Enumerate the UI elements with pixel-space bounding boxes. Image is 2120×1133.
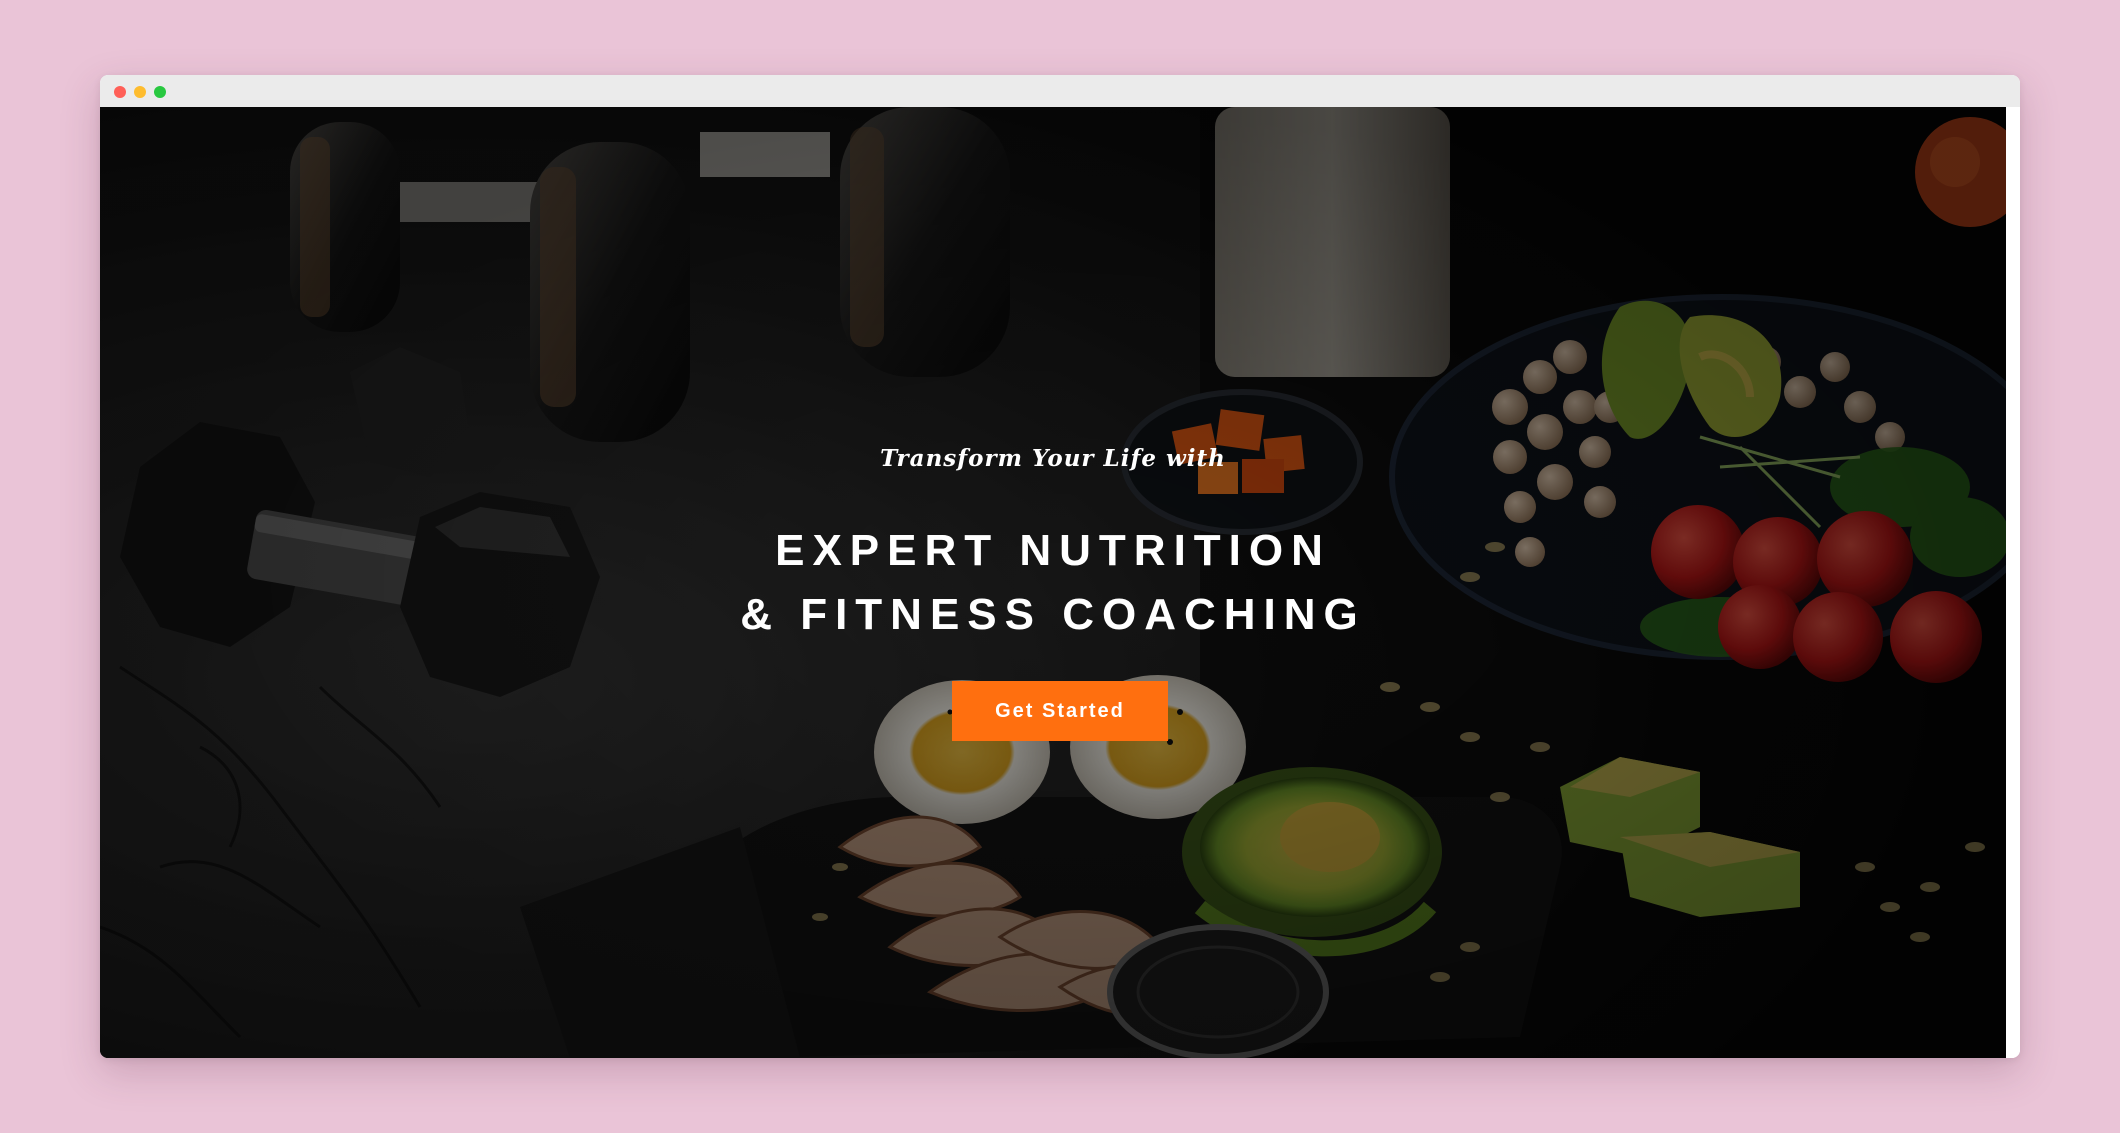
browser-window: Transform Your Life with EXPERT NUTRITIO… (100, 75, 2020, 1058)
window-title-bar (100, 75, 2020, 107)
minimize-window-icon[interactable] (134, 86, 146, 98)
hero-heading-line-2: & FITNESS COACHING (740, 590, 1366, 639)
hero-tagline: Transform Your Life with (880, 445, 1226, 472)
hero-section: Transform Your Life with EXPERT NUTRITIO… (100, 107, 2006, 1058)
page-scrollbar[interactable] (2006, 107, 2020, 1058)
close-window-icon[interactable] (114, 86, 126, 98)
get-started-button[interactable]: Get Started (952, 681, 1168, 741)
hero-heading: EXPERT NUTRITION & FITNESS COACHING (100, 519, 2006, 647)
page-viewport: Transform Your Life with EXPERT NUTRITIO… (100, 107, 2006, 1058)
hero-heading-line-1: EXPERT NUTRITION (775, 526, 1331, 575)
maximize-window-icon[interactable] (154, 86, 166, 98)
